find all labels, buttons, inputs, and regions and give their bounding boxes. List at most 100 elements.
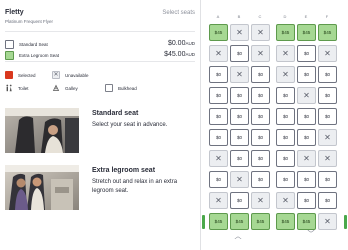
seat-standard[interactable]: $0: [251, 129, 270, 146]
seat-unavailable: ✕: [230, 24, 249, 41]
seat-extra-legroom[interactable]: $45: [297, 213, 316, 230]
seat-unavailable: ✕: [297, 87, 316, 104]
seat-standard[interactable]: $0: [209, 66, 228, 83]
seat-standard[interactable]: $0: [297, 45, 316, 62]
promo-description: Select your seat in advance.: [92, 122, 168, 128]
seat-unavailable: ✕: [318, 150, 337, 167]
price-amount: $45.00AUD: [164, 51, 195, 58]
unavailable-x-icon: ✕: [52, 71, 60, 79]
seat-standard[interactable]: $0: [251, 150, 270, 167]
scroll-down-chevron-icon[interactable]: ﹀: [296, 229, 326, 239]
toilet-icon: [5, 84, 13, 92]
seat-unavailable: ✕: [276, 192, 295, 209]
extra-legroom-seat-photo: [5, 165, 79, 210]
promo-description: Stretch out and relax in an extra legroo…: [92, 179, 178, 194]
seat-extra-legroom[interactable]: $45: [251, 213, 270, 230]
scroll-up-chevron-icon[interactable]: ︿: [223, 231, 253, 241]
seat-standard[interactable]: $0: [230, 45, 249, 62]
seat-unavailable: ✕: [318, 213, 337, 230]
seat-standard[interactable]: $0: [297, 129, 316, 146]
seat-standard[interactable]: $0: [230, 192, 249, 209]
seat-unavailable: ✕: [251, 24, 270, 41]
seat-unavailable: ✕: [297, 150, 316, 167]
seat-standard[interactable]: $0: [297, 108, 316, 125]
seat-extra-legroom[interactable]: $45: [209, 24, 228, 41]
seat-standard[interactable]: $0: [276, 108, 295, 125]
seat-standard[interactable]: $0: [230, 129, 249, 146]
seat-extra-legroom[interactable]: $45: [276, 24, 295, 41]
legend-label: Unavailable: [65, 73, 89, 78]
column-header: C: [258, 14, 262, 19]
legend-label: Selected: [18, 73, 36, 78]
seat-unavailable: ✕: [318, 129, 337, 146]
price-extra-legroom-seat: Extra Legroom Seat $45.00AUD: [5, 51, 195, 61]
seat-standard[interactable]: $0: [251, 87, 270, 104]
seat-standard[interactable]: $0: [318, 66, 337, 83]
seat-standard[interactable]: $0: [276, 150, 295, 167]
standard-seat-swatch-icon: [5, 40, 14, 49]
passenger-name: Fletty: [5, 9, 24, 16]
promo-standard-seat: Standard seat Select your seat in advanc…: [5, 108, 195, 153]
seat-standard[interactable]: $0: [209, 129, 228, 146]
passenger-tier: Platinum Frequent Flyer: [5, 19, 54, 24]
seat-extra-legroom[interactable]: $45: [230, 213, 249, 230]
seat-standard[interactable]: $0: [318, 171, 337, 188]
select-seats-link[interactable]: Select seats: [162, 10, 195, 16]
promo-title: Extra legroom seat: [92, 167, 156, 174]
price-amount: $0.00AUD: [167, 40, 195, 47]
seat-unavailable: ✕: [318, 45, 337, 62]
passenger-header[interactable]: Fletty Platinum Frequent Flyer Select se…: [5, 9, 195, 33]
price-standard-seat: Standard Seat $0.00AUD: [5, 40, 195, 50]
seat-standard[interactable]: $0: [230, 108, 249, 125]
seat-standard[interactable]: $0: [297, 192, 316, 209]
seat-standard[interactable]: $0: [209, 171, 228, 188]
seat-standard[interactable]: $0: [318, 108, 337, 125]
bulkhead-marker: [344, 215, 347, 229]
seat-standard[interactable]: $0: [230, 150, 249, 167]
seat-unavailable: ✕: [230, 66, 249, 83]
seat-unavailable: ✕: [251, 45, 270, 62]
promo-title: Standard seat: [92, 110, 139, 117]
seat-standard[interactable]: $0: [209, 108, 228, 125]
seat-unavailable: ✕: [209, 45, 228, 62]
seat-standard[interactable]: $0: [230, 87, 249, 104]
seat-standard[interactable]: $0: [251, 108, 270, 125]
seat-standard[interactable]: $0: [251, 171, 270, 188]
galley-icon: [52, 84, 60, 92]
seat-unavailable: ✕: [276, 45, 295, 62]
seat-extra-legroom[interactable]: $45: [209, 213, 228, 230]
legend-label: Bulkhead: [118, 86, 137, 91]
column-header: F: [325, 14, 329, 19]
seat-standard[interactable]: $0: [276, 171, 295, 188]
seat-standard[interactable]: $0: [318, 192, 337, 209]
bulkhead-marker: [202, 215, 205, 229]
seat-standard[interactable]: $0: [318, 87, 337, 104]
seat-standard[interactable]: $0: [209, 87, 228, 104]
seat-unavailable: ✕: [251, 192, 270, 209]
seat-extra-legroom[interactable]: $45: [318, 24, 337, 41]
seat-unavailable: ✕: [209, 150, 228, 167]
seat-standard[interactable]: $0: [276, 129, 295, 146]
seat-extra-legroom[interactable]: $45: [276, 213, 295, 230]
seat-selection-panel: Fletty Platinum Frequent Flyer Select se…: [0, 0, 200, 250]
seat-standard[interactable]: $0: [251, 66, 270, 83]
column-header: D: [283, 14, 287, 19]
legend-label: Toilet: [18, 86, 29, 91]
column-header: E: [304, 14, 308, 19]
selected-swatch-icon: [5, 71, 13, 79]
seat-unavailable: ✕: [276, 66, 295, 83]
seat-standard[interactable]: $0: [276, 87, 295, 104]
price-label: Extra Legroom Seat: [19, 53, 60, 58]
column-header: B: [237, 14, 241, 19]
divider: [5, 31, 195, 32]
bulkhead-icon: [105, 84, 113, 92]
seat-unavailable: ✕: [209, 192, 228, 209]
seat-standard[interactable]: $0: [297, 66, 316, 83]
seat-standard[interactable]: $0: [297, 171, 316, 188]
legend-label: Galley: [65, 86, 78, 91]
price-label: Standard Seat: [19, 42, 48, 47]
seat-map[interactable]: ︿ ﹀ A B C D E F $45 ✕ ✕ $45 $45 $45 ✕ $0 ✕ ✕ $0 ✕ $0 ✕ $0 ✕ $0…: [200, 0, 348, 250]
standard-seat-photo: [5, 108, 79, 153]
seat-unavailable: ✕: [230, 171, 249, 188]
seat-extra-legroom[interactable]: $45: [297, 24, 316, 41]
